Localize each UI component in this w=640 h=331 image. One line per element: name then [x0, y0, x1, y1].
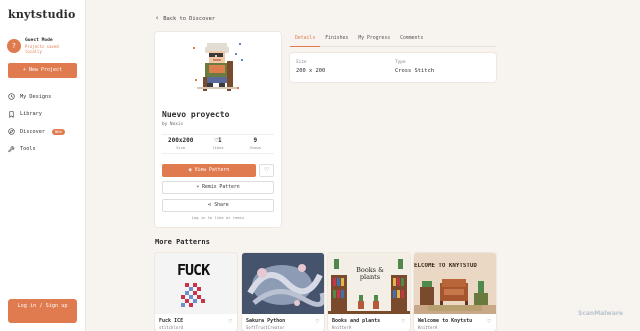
avatar: ?	[7, 39, 21, 53]
pattern-author: KnitterA	[332, 325, 352, 330]
likes-count: 1	[217, 137, 222, 144]
project-author[interactable]: by Noxis	[162, 122, 183, 127]
wrench-icon	[8, 146, 15, 152]
heart-icon: ♡	[264, 166, 269, 174]
tab-details[interactable]: Details	[290, 33, 321, 47]
pattern-thumbnail: ELCOME TO KNYTSTUD	[414, 253, 496, 314]
heart-icon[interactable]: ♡	[315, 318, 319, 325]
detail-type: Type Cross Stitch	[395, 60, 434, 74]
thumbnail-text: Books & plants	[356, 266, 384, 281]
pattern-author: stitchlord	[159, 325, 184, 330]
tab-my-progress[interactable]: My Progress	[353, 33, 395, 47]
pattern-card[interactable]: Sakura Python SoftTrustCreator ♡	[242, 253, 324, 331]
app-logo[interactable]: knytstudio	[8, 8, 76, 21]
new-project-button[interactable]: + New Project	[8, 63, 77, 78]
tab-comments[interactable]: Comments	[395, 33, 428, 47]
detail-tabs: Details Finishes My Progress Comments	[290, 33, 496, 47]
view-pattern-label: View Pattern	[194, 168, 230, 173]
back-link-label: Back to Discover	[163, 15, 216, 22]
project-stats: 200x200 Size ♡1 likes 9 Views	[162, 134, 274, 154]
chevron-left-icon: ‹	[155, 14, 160, 22]
pattern-title: Sakura Python	[246, 318, 286, 324]
pattern-title: Welcome to Knytstu	[418, 318, 473, 324]
pattern-thumbnail: Books & plants	[328, 253, 410, 314]
sidebar: knytstudio ? Guest Mode Projects saved l…	[0, 0, 86, 331]
stat-likes: ♡1 likes	[199, 135, 236, 153]
pixel-art-thumbnail	[328, 259, 410, 314]
sidebar-item-label: My Designs	[20, 93, 52, 100]
pattern-card[interactable]: ELCOME TO KNYTSTUD Welcome to Knytstu Kn…	[414, 253, 496, 331]
stat-value: ♡1	[199, 137, 236, 144]
share-button[interactable]: ⋖ Share	[162, 199, 274, 212]
pattern-preview[interactable]	[155, 32, 281, 102]
pixel-art-thumbnail	[414, 279, 496, 314]
sidebar-item-label: Discover	[20, 128, 45, 135]
watermark: ScanMalware	[578, 310, 623, 317]
stat-label: Views	[249, 145, 262, 150]
back-link[interactable]: ‹ Back to Discover	[155, 15, 215, 22]
detail-label: Type	[395, 60, 406, 65]
sidebar-item-label: Library	[20, 111, 42, 118]
tab-finishes[interactable]: Finishes	[320, 33, 353, 47]
stat-label: Size	[176, 145, 186, 150]
pattern-author: KnitterA	[418, 325, 438, 330]
compass-icon	[8, 128, 15, 135]
view-pattern-button[interactable]: ◉ View Pattern	[162, 164, 256, 177]
login-note: Log in to like or remix	[191, 215, 245, 220]
stat-size: 200x200 Size	[162, 135, 199, 153]
sidebar-item-my-designs[interactable]: My Designs	[8, 88, 80, 106]
user-profile[interactable]: ? Guest Mode Projects saved locally	[7, 37, 83, 57]
pattern-card[interactable]: FUCK Fuck ICE stitchlord ♡	[155, 253, 237, 331]
more-patterns-title: More Patterns	[155, 238, 210, 246]
sidebar-item-label: Tools	[20, 146, 36, 153]
user-name: Guest Mode	[25, 38, 53, 43]
detail-value: Cross Stitch	[395, 68, 434, 74]
pixel-art-thumbnail	[181, 283, 205, 307]
pattern-title: Books and plants	[332, 318, 381, 324]
sidebar-item-library[interactable]: Library	[8, 106, 80, 124]
pattern-title: Fuck ICE	[159, 318, 184, 324]
remix-pattern-button[interactable]: ⑂ Remix Pattern	[162, 181, 274, 194]
details-panel: Size 200 x 200 Type Cross Stitch	[290, 53, 496, 82]
login-signup-button[interactable]: Log in / Sign up	[8, 299, 77, 323]
heart-icon[interactable]: ♡	[228, 318, 232, 325]
pattern-thumbnail: FUCK	[155, 253, 237, 314]
stat-views: 9 Views	[237, 135, 274, 153]
pattern-card[interactable]: Books & plants Books and plants KnitterA…	[328, 253, 410, 331]
stat-value: 200x200	[168, 137, 194, 144]
heart-icon[interactable]: ♡	[401, 318, 405, 325]
project-card: Nuevo proyecto by Noxis 200x200 Size ♡1 …	[155, 32, 281, 227]
detail-value: 200 x 200	[296, 68, 326, 74]
pixel-art-preview	[193, 43, 243, 91]
pattern-author: SoftTrustCreator	[246, 325, 285, 330]
sidebar-item-tools[interactable]: Tools	[8, 141, 80, 159]
user-note: Projects saved locally	[25, 44, 59, 54]
clock-icon	[8, 93, 15, 100]
bookmark-icon	[9, 111, 14, 118]
project-title: Nuevo proyecto	[162, 110, 230, 119]
photo-thumbnail	[242, 253, 324, 314]
sidebar-item-discover[interactable]: Discover NEW	[8, 123, 80, 141]
stat-value: 9	[253, 137, 258, 144]
pattern-thumbnail	[242, 253, 324, 314]
remix-pattern-label: Remix Pattern	[202, 185, 240, 190]
detail-label: Size	[296, 60, 307, 65]
stat-label: likes	[212, 145, 224, 150]
share-label: Share	[214, 203, 229, 208]
sidebar-nav: My Designs Library Discover NEW Tools	[8, 88, 80, 158]
like-button[interactable]: ♡	[259, 164, 274, 177]
detail-size: Size 200 x 200	[296, 60, 325, 74]
new-badge: NEW	[52, 128, 65, 135]
heart-icon[interactable]: ♡	[487, 318, 491, 325]
